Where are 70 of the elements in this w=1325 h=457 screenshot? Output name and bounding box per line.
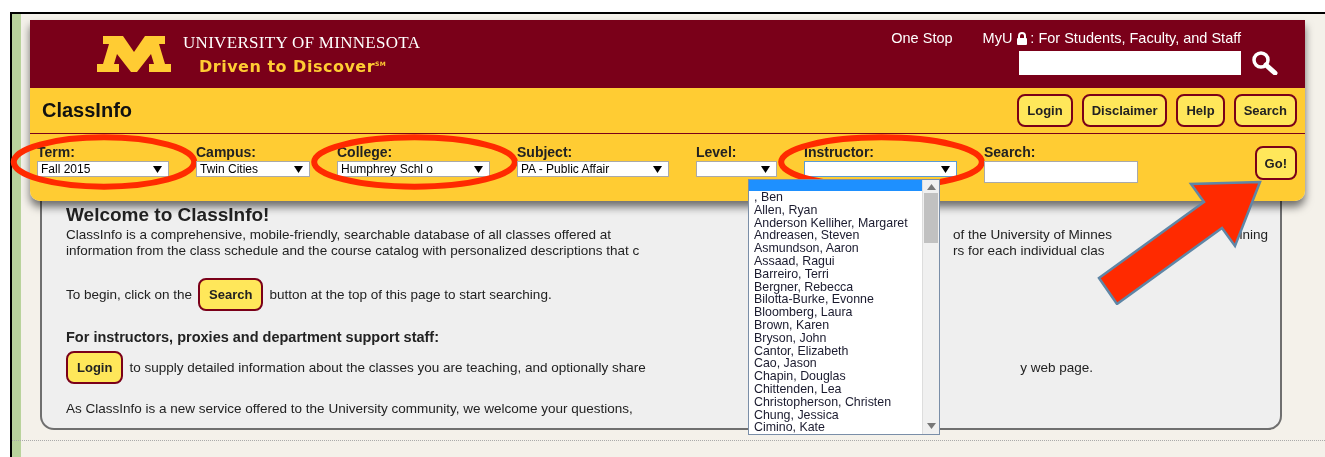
dropdown-caret-icon xyxy=(653,165,662,173)
dropdown-option[interactable]: Bergner, Rebecca xyxy=(749,280,922,294)
select-field[interactable]: Humphrey Schl o xyxy=(337,161,490,177)
dropdown-option[interactable]: Cao, Jason xyxy=(749,357,922,371)
dropdown-caret-icon xyxy=(474,165,483,173)
dropdown-option[interactable]: Allen, Ryan xyxy=(749,203,922,217)
intro-text: ClassInfo is a comprehensive, mobile-friendly, searchable database of all classes offered at xyxy=(66,227,613,243)
header-button[interactable]: Login xyxy=(1017,94,1073,127)
intro-text: of the University of Minnes xyxy=(953,227,1113,243)
search-input-field[interactable] xyxy=(984,161,1138,183)
select-field[interactable]: Twin Cities xyxy=(196,161,310,177)
empty-select-field[interactable] xyxy=(804,161,957,177)
dropdown-option[interactable]: Chung, Jessica xyxy=(749,408,922,422)
instruction-text: button at the top of this page to start searching. xyxy=(269,287,552,302)
filter-label: Subject: xyxy=(517,145,574,160)
dropdown-caret-icon xyxy=(153,165,162,173)
tagline: Driven to Discover$^{SM}$ xyxy=(198,56,388,76)
university-name: UNIVERSITY OF MINNESOTA xyxy=(183,32,421,53)
dropdown-caret-icon xyxy=(761,165,770,173)
intro-text: ining xyxy=(1239,227,1268,243)
dropdown-option[interactable]: , Ben xyxy=(749,191,922,204)
intro-text: information from the class schedule and the course catalog with personalized descriptions that c xyxy=(66,243,641,259)
dropdown-option[interactable]: Bloomberg, Laura xyxy=(749,306,922,319)
dropdown-option[interactable]: Cimino, Kate xyxy=(749,421,922,434)
dropdown-caret-icon xyxy=(941,165,950,173)
header-button[interactable]: Help xyxy=(1176,94,1225,127)
dropdown-caret-icon xyxy=(294,165,303,173)
search-icon[interactable] xyxy=(1251,51,1281,75)
dropdown-option[interactable]: Chittenden, Lea xyxy=(749,382,922,396)
go-button[interactable]: Go! xyxy=(1254,146,1297,180)
empty-select-field[interactable] xyxy=(696,161,777,177)
dropdown-option[interactable]: Anderson Kelliher, Margaret xyxy=(749,216,922,230)
welcome-heading: Welcome to ClassInfo! xyxy=(66,204,270,225)
login-button[interactable]: Login xyxy=(66,351,124,384)
intro-text: rs for each individual clas xyxy=(953,243,1105,259)
closing-text: As ClassInfo is a new service offered to the University community, we welcome your questions, xyxy=(66,401,633,416)
dropdown-option[interactable]: Assaad, Ragui xyxy=(749,255,922,268)
header-button[interactable]: Disclaimer xyxy=(1081,94,1168,127)
staff-heading: For instructors, proxies and department support staff: xyxy=(66,329,439,345)
app-title: ClassInfo xyxy=(42,99,133,122)
filter-label: Search: xyxy=(984,145,1037,160)
dropdown-option[interactable]: Cantor, Elizabeth xyxy=(749,344,922,358)
scroll-thumb[interactable] xyxy=(924,193,938,243)
filter-label: Instructor: xyxy=(804,145,875,160)
site-search-field[interactable] xyxy=(1019,51,1241,75)
filter-label: College: xyxy=(337,145,394,160)
scroll-up-icon[interactable] xyxy=(926,184,936,190)
login-text: to supply detailed information about the classes you are teaching, and optionally share xyxy=(129,360,646,375)
one-stop-link[interactable]: One Stop xyxy=(891,30,953,46)
dropdown-option[interactable]: Chapin, Douglas xyxy=(749,370,922,383)
filter-label: Level: xyxy=(696,145,738,160)
myu-link[interactable]: MyU : For Students, Faculty, and Staff xyxy=(982,30,1241,46)
dropdown-option[interactable]: Christopherson, Christen xyxy=(749,395,922,409)
filter-label: Term: xyxy=(37,145,76,160)
dropdown-option[interactable]: Asmundson, Aaron xyxy=(749,242,922,255)
scrollbar[interactable] xyxy=(922,180,939,434)
select-field[interactable]: Fall 2015 xyxy=(37,161,169,177)
instruction-text: To begin, click on the xyxy=(66,287,193,302)
dropdown-option[interactable]: Andreasen, Steven xyxy=(749,229,922,243)
login-text: y web page. xyxy=(1020,360,1093,375)
filter-label: Campus: xyxy=(196,145,257,160)
scroll-down-icon[interactable] xyxy=(926,423,936,429)
select-field[interactable]: PA - Public Affair xyxy=(517,161,669,177)
dropdown-option[interactable]: Bryson, John xyxy=(749,331,922,345)
search-button[interactable]: Search xyxy=(198,278,264,311)
dropdown-option[interactable]: Barreiro, Terri xyxy=(749,267,922,281)
dropdown-option[interactable]: Bilotta-Burke, Evonne xyxy=(749,293,922,307)
lock-icon xyxy=(1016,31,1029,45)
header-button[interactable]: Search xyxy=(1233,94,1297,127)
dropdown-option[interactable]: Brown, Karen xyxy=(749,318,922,332)
